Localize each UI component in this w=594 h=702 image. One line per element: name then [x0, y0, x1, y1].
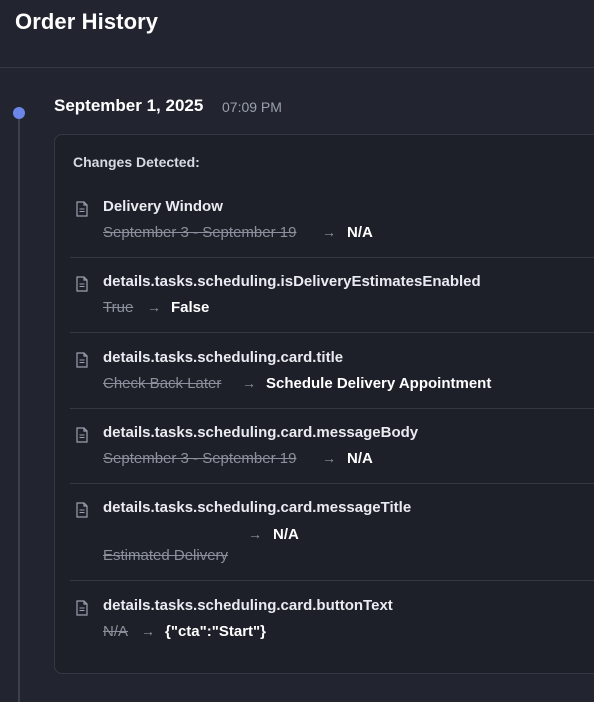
page-title: Order History: [15, 9, 159, 34]
change-item: details.tasks.scheduling.card.buttonText…: [70, 595, 594, 655]
document-icon: [76, 427, 88, 443]
arrow-right-icon: →: [147, 299, 161, 315]
change-item: Delivery Window September 3 - September …: [70, 196, 594, 256]
change-item: details.tasks.scheduling.card.messageBod…: [70, 422, 594, 482]
document-icon: [76, 502, 88, 518]
change-field-name: details.tasks.scheduling.card.buttonText: [103, 597, 393, 614]
change-item: details.tasks.scheduling.card.title Chec…: [70, 347, 594, 407]
document-icon: [76, 201, 88, 217]
change-new-value: N/A: [273, 526, 299, 543]
entry-date: September 1, 2025: [54, 96, 204, 115]
entry-time: 07:09 PM: [222, 99, 282, 115]
divider: [70, 257, 594, 258]
document-icon: [76, 352, 88, 368]
divider: [70, 408, 594, 409]
change-old-value: Check Back Later: [103, 375, 222, 392]
change-old-value: True: [103, 299, 134, 316]
change-new-value: N/A: [347, 450, 373, 467]
change-item: details.tasks.scheduling.isDeliveryEstim…: [70, 271, 594, 331]
change-field-name: Delivery Window: [103, 198, 223, 215]
change-new-value: {"cta":"Start"}: [165, 623, 266, 640]
change-old-value: N/A: [103, 623, 129, 640]
divider: [70, 580, 594, 581]
arrow-right-icon: →: [242, 375, 256, 391]
change-old-value: September 3 - September 19: [103, 450, 297, 467]
change-new-value: Schedule Delivery Appointment: [266, 375, 492, 392]
change-field-name: details.tasks.scheduling.isDeliveryEstim…: [103, 273, 481, 290]
document-icon: [76, 276, 88, 292]
change-new-value: False: [171, 299, 210, 316]
arrow-right-icon: →: [248, 526, 262, 542]
timeline-dot: [13, 107, 25, 119]
divider: [70, 483, 594, 484]
change-old-value: September 3 - September 19: [103, 224, 297, 241]
arrow-right-icon: →: [322, 224, 336, 240]
document-icon: [76, 600, 88, 616]
divider: [70, 332, 594, 333]
page-header: Order History: [0, 0, 594, 68]
changes-heading: Changes Detected:: [73, 154, 200, 170]
change-new-value: N/A: [347, 224, 373, 241]
change-field-name: details.tasks.scheduling.card.title: [103, 349, 344, 366]
arrow-right-icon: →: [141, 623, 155, 639]
arrow-right-icon: →: [322, 450, 336, 466]
change-old-value: Estimated Delivery: [103, 547, 229, 564]
timeline-line: [18, 112, 20, 702]
change-field-name: details.tasks.scheduling.card.messageTit…: [103, 499, 412, 516]
change-field-name: details.tasks.scheduling.card.messageBod…: [103, 424, 419, 441]
change-item: details.tasks.scheduling.card.messageTit…: [70, 497, 594, 577]
